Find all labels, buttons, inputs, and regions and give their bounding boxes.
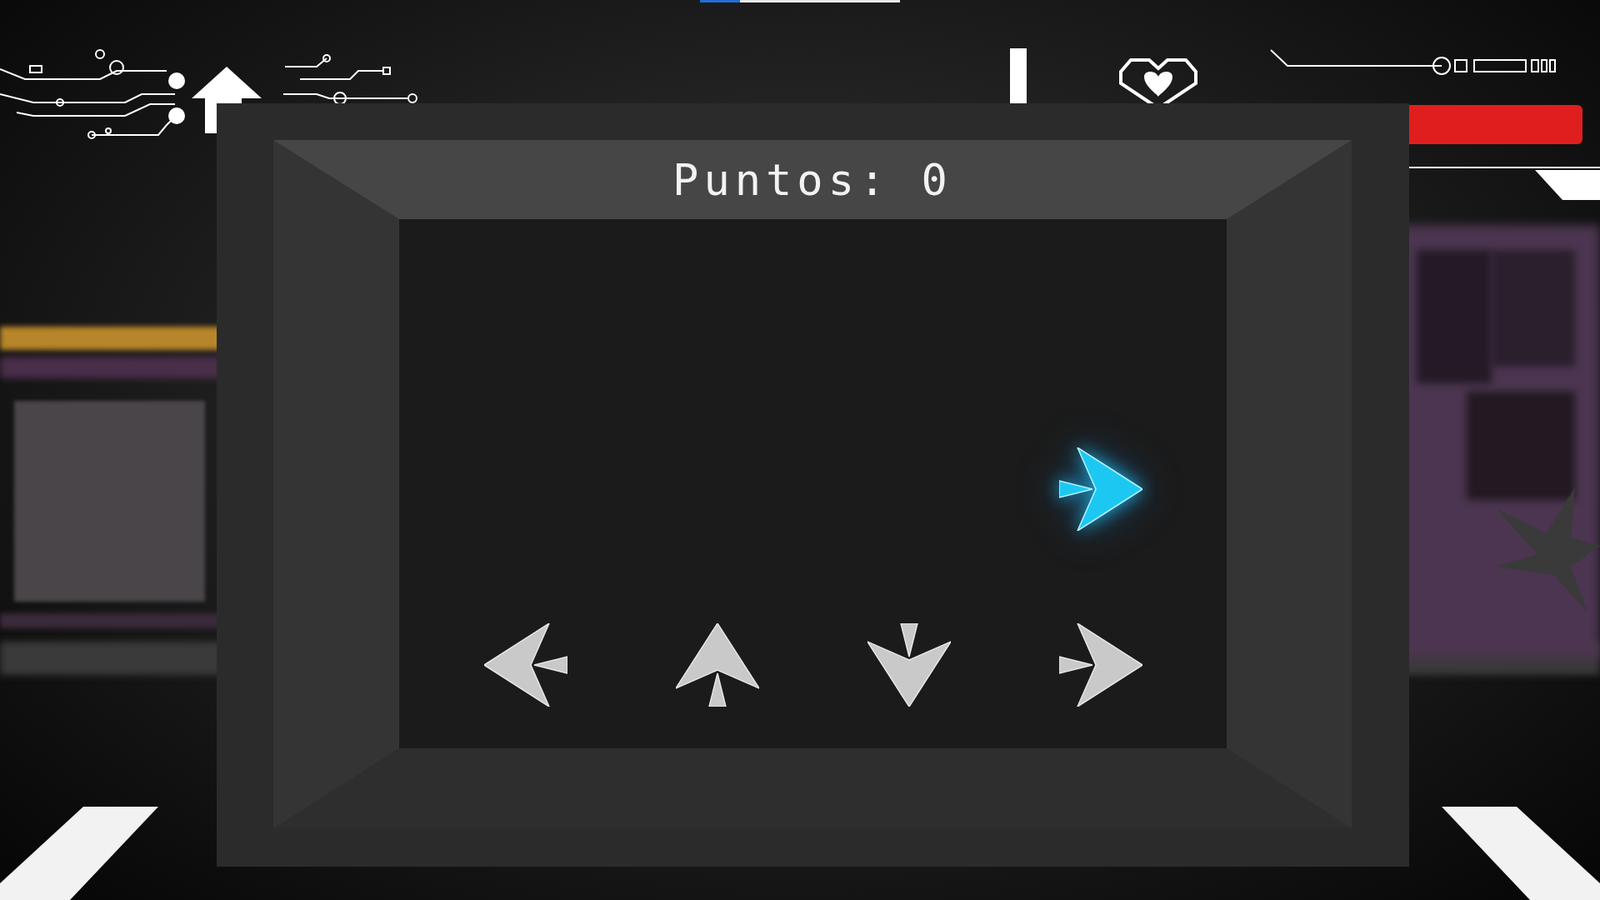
right-target-arrow-icon: [1059, 623, 1143, 707]
arrow-lane: [1005, 219, 1197, 749]
panel-frame: Puntos: 0: [273, 140, 1352, 829]
floor-stripe: [0, 806, 159, 900]
rhythm-minigame-panel: Puntos: 0: [216, 103, 1410, 867]
heart-icon: [1119, 58, 1198, 109]
purple-panel: [1466, 391, 1575, 500]
play-field: [399, 219, 1227, 749]
arrow-lane: [621, 219, 814, 749]
hud-corner-icon: [1408, 165, 1600, 202]
down-target-arrow-icon: [867, 623, 951, 707]
arrow-lane: [430, 219, 622, 749]
score-label: Puntos: 0: [273, 140, 1352, 220]
purple-strip: [0, 356, 250, 379]
hud-line-icon: [1266, 45, 1600, 80]
status-bar-icon: [1010, 48, 1027, 104]
wall-block: [14, 400, 205, 602]
orange-strip: [0, 326, 250, 350]
wall-trim: [0, 613, 250, 629]
top-track: [700, 0, 900, 3]
purple-panel: [1416, 250, 1492, 384]
left-target-arrow-icon: [484, 623, 568, 707]
right-note-arrow-icon: [1059, 447, 1143, 531]
game-screen: Puntos: 0: [0, 0, 1600, 900]
falling-note: [1059, 447, 1143, 531]
top-track-fill: [700, 0, 740, 3]
purple-panel: [1491, 250, 1575, 367]
arrow-lane: [813, 219, 1005, 749]
spike-icon: [1495, 487, 1600, 621]
floor-stripe: [1441, 806, 1600, 900]
up-target-arrow-icon: [675, 623, 760, 707]
